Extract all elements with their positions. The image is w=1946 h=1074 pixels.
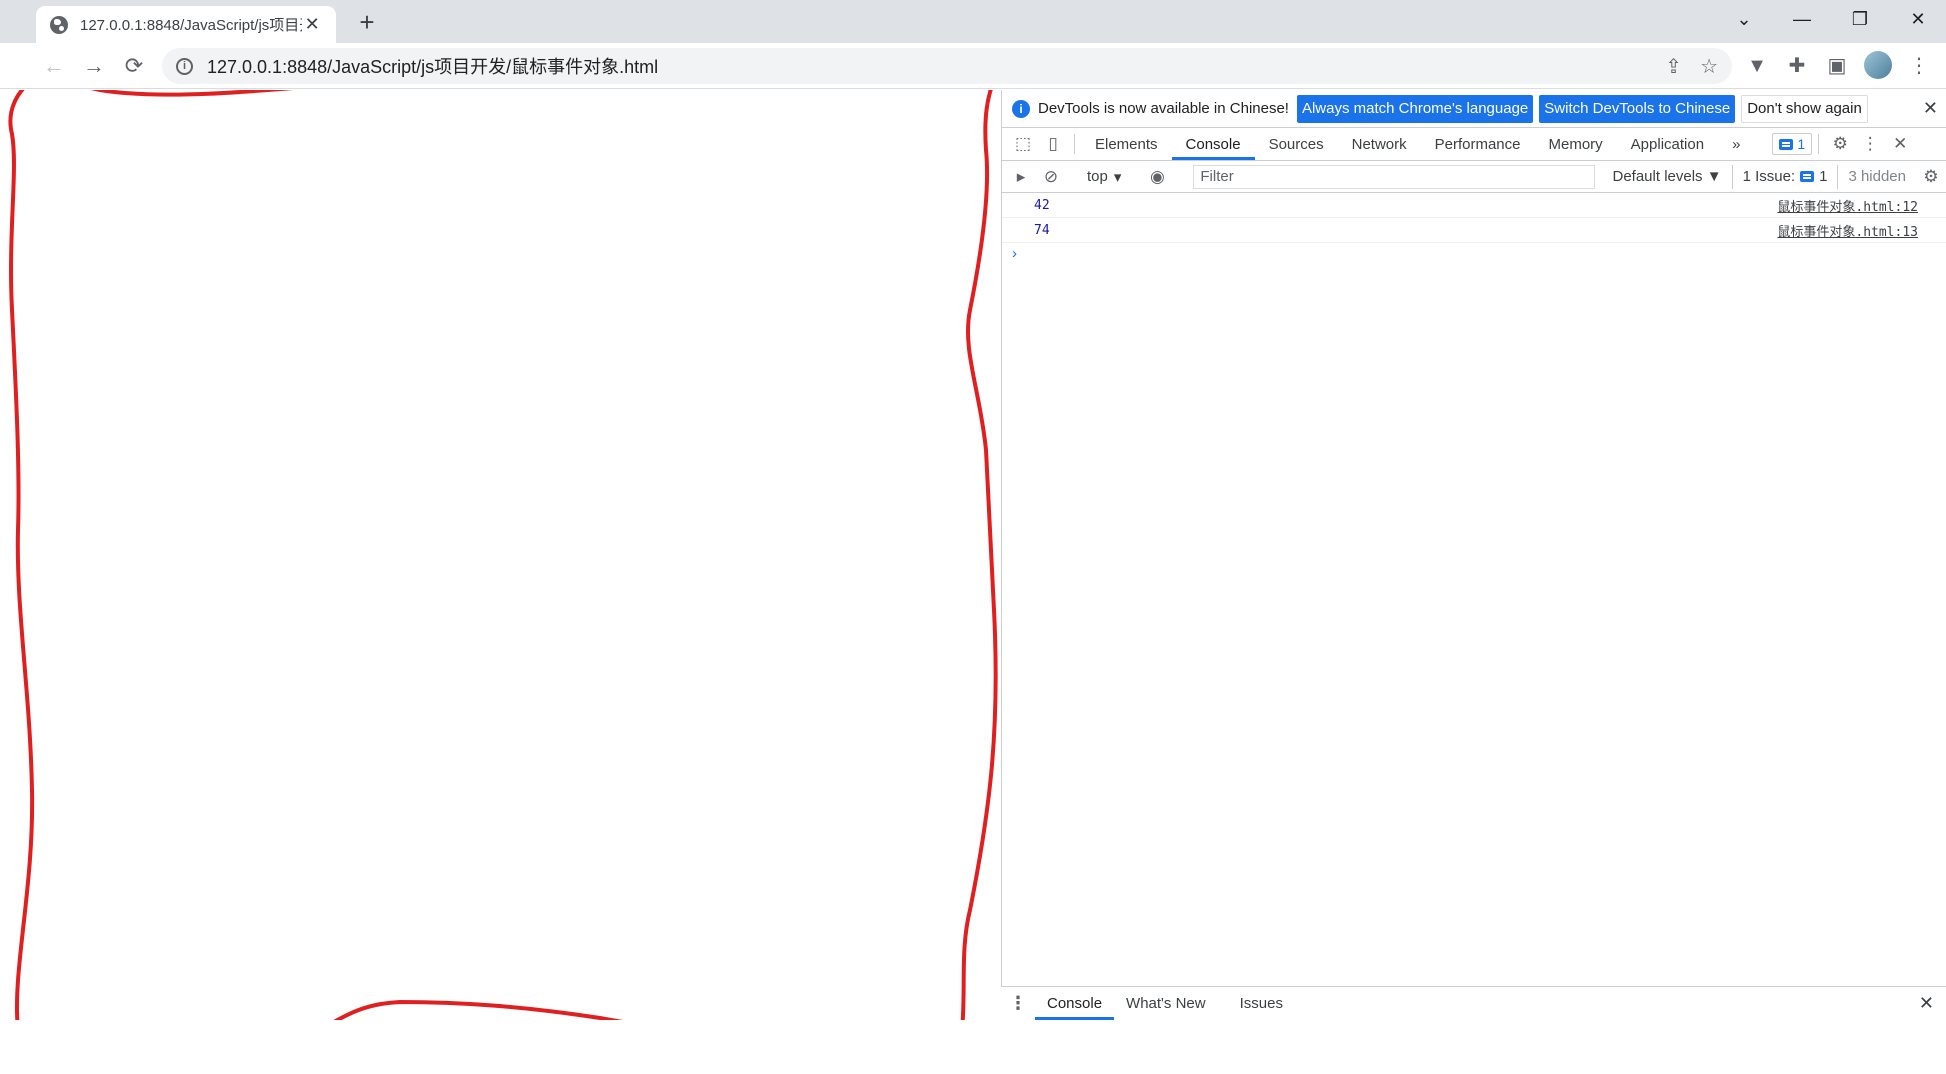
close-drawer-icon[interactable]: ✕ — [1919, 987, 1934, 1020]
console-toolbar: ▸ ⊘ top ▾ ◉ Default levels ▼ 1 Issue: 1 … — [1002, 161, 1946, 193]
issues-badge-count: 1 — [1797, 136, 1806, 152]
message-icon — [1779, 138, 1794, 150]
clear-console-icon[interactable]: ⊘ — [1036, 167, 1066, 187]
drawer-tab-whats-new[interactable]: What's New — [1114, 987, 1218, 1020]
close-devtools-icon[interactable]: ✕ — [1885, 128, 1915, 160]
infobar-close-icon[interactable]: ✕ — [1923, 98, 1938, 119]
live-expression-eye-icon[interactable]: ◉ — [1142, 167, 1172, 187]
console-prompt[interactable]: › — [1002, 243, 1946, 265]
tab-application[interactable]: Application — [1617, 128, 1718, 160]
dont-show-again-button[interactable]: Don't show again — [1741, 94, 1868, 123]
site-info-icon[interactable]: i — [176, 57, 193, 75]
tab-performance[interactable]: Performance — [1421, 128, 1535, 160]
log-source-link[interactable]: 鼠标事件对象.html:13 — [1777, 221, 1918, 240]
back-button[interactable]: ← — [38, 50, 70, 82]
log-value: 42 — [1034, 197, 1050, 213]
drawer-menu-icon[interactable]: ⋮ — [1001, 987, 1035, 1020]
close-window-button[interactable]: ✕ — [1896, 4, 1940, 34]
share-icon[interactable]: ⇪ — [1665, 54, 1682, 79]
tab-title: 127.0.0.1:8848/JavaScript/js项目开发/鼠标事件对象.… — [80, 17, 302, 34]
switch-to-chinese-button[interactable]: Switch DevTools to Chinese — [1539, 94, 1736, 123]
minimize-button[interactable]: — — [1780, 4, 1824, 34]
device-toolbar-icon[interactable]: ▯ — [1038, 128, 1068, 160]
issues-label: 1 Issue: — [1742, 168, 1796, 185]
drawer-tab-console[interactable]: Console — [1035, 987, 1115, 1020]
tab-network[interactable]: Network — [1338, 128, 1421, 160]
tab-console[interactable]: Console — [1171, 128, 1255, 160]
url-text: 127.0.0.1:8848/JavaScript/js项目开发/鼠标事件对象.… — [207, 57, 659, 77]
restore-button[interactable]: ❐ — [1838, 4, 1882, 34]
forward-button[interactable]: → — [78, 50, 110, 82]
devtools-menu-icon[interactable]: ⋮ — [1855, 128, 1885, 160]
close-tab-icon[interactable]: ✕ — [302, 14, 322, 35]
console-settings-gear-icon[interactable]: ⚙ — [1916, 167, 1946, 187]
settings-gear-icon[interactable]: ⚙ — [1825, 128, 1855, 160]
side-panel-icon[interactable]: ▣ — [1822, 52, 1852, 80]
filter-input[interactable] — [1193, 164, 1595, 189]
tab-strip: 127.0.0.1:8848/JavaScript/js项目开发/鼠标事件对象.… — [0, 0, 1946, 43]
issues-badge[interactable]: 1 — [1772, 133, 1813, 155]
tab-memory[interactable]: Memory — [1535, 128, 1617, 160]
always-match-language-button[interactable]: Always match Chrome's language — [1296, 94, 1534, 123]
more-tabs-icon[interactable]: » — [1718, 128, 1754, 160]
message-icon — [1800, 171, 1815, 182]
issues-counter[interactable]: 1 Issue: 1 — [1731, 164, 1839, 189]
log-source-link[interactable]: 鼠标事件对象.html:12 — [1777, 196, 1918, 215]
new-tab-button[interactable]: + — [352, 8, 382, 38]
default-levels-dropdown[interactable]: Default levels ▼ — [1603, 168, 1732, 185]
log-value: 74 — [1034, 222, 1050, 238]
chevron-down-icon: ▾ — [1113, 168, 1122, 186]
issues-count: 1 — [1819, 168, 1828, 185]
vue-devtools-icon[interactable]: ▼ — [1742, 52, 1772, 80]
inspect-element-icon[interactable]: ⬚ — [1008, 128, 1038, 160]
infobar-message: DevTools is now available in Chinese! — [1038, 100, 1289, 117]
drawn-outline — [8, 90, 998, 1071]
globe-icon — [50, 15, 68, 34]
hidden-messages-count: 3 hidden — [1848, 168, 1906, 185]
devtools-drawer: ⋮ Console What's New Issues ✕ — [1001, 986, 1946, 1020]
log-row: 42 鼠标事件对象.html:12 — [1002, 193, 1946, 218]
context-value: top — [1087, 168, 1108, 185]
info-icon: i — [1012, 99, 1030, 118]
address-bar[interactable]: i 127.0.0.1:8848/JavaScript/js项目开发/鼠标事件对… — [162, 48, 1732, 84]
drawer-tab-issues[interactable]: Issues — [1228, 987, 1295, 1020]
language-infobar: i DevTools is now available in Chinese! … — [1002, 90, 1946, 128]
page-viewport[interactable] — [0, 90, 1000, 1074]
freehand-red-border — [8, 90, 998, 1071]
profile-avatar[interactable] — [1864, 51, 1892, 79]
devtools-tabbar: ⬚ ▯ Elements Console Sources Network Per… — [1002, 128, 1946, 161]
browser-tab[interactable]: 127.0.0.1:8848/JavaScript/js项目开发/鼠标事件对象.… — [36, 6, 336, 43]
devtools-panel: i DevTools is now available in Chinese! … — [1001, 90, 1946, 1020]
reload-button[interactable]: ⟳ — [118, 50, 150, 82]
tab-search-icon[interactable]: ⌄ — [1722, 4, 1766, 34]
tab-sources[interactable]: Sources — [1255, 128, 1338, 160]
chrome-menu-icon[interactable]: ⋮ — [1904, 52, 1934, 80]
context-selector[interactable]: top ▾ — [1079, 168, 1129, 186]
console-log-list: 42 鼠标事件对象.html:12 74 鼠标事件对象.html:13 › — [1002, 193, 1946, 265]
bookmark-star-icon[interactable]: ☆ — [1700, 54, 1718, 79]
extensions-puzzle-icon[interactable]: ✚ — [1782, 52, 1812, 80]
sidebar-toggle-icon[interactable]: ▸ — [1006, 167, 1036, 187]
log-row: 74 鼠标事件对象.html:13 — [1002, 218, 1946, 243]
tab-elements[interactable]: Elements — [1081, 128, 1172, 160]
page-bottom — [0, 1020, 1946, 1074]
browser-toolbar: ← → ⟳ i 127.0.0.1:8848/JavaScript/js项目开发… — [0, 43, 1946, 89]
